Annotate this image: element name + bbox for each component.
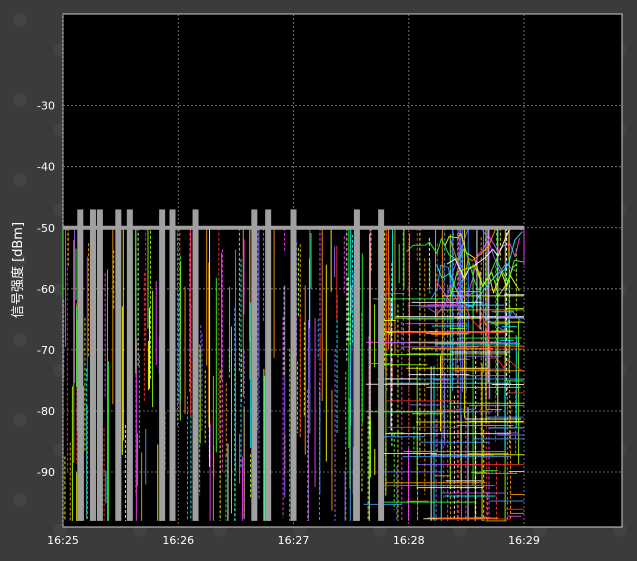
scan-gap-bar: [290, 209, 297, 521]
scan-gap-bar: [251, 209, 258, 521]
y-tick-label: -80: [37, 405, 55, 418]
scan-gap-bar: [96, 209, 103, 521]
scan-gap-bar: [265, 209, 272, 521]
x-tick-label: 16:25: [47, 534, 79, 547]
scan-gap-bar: [89, 209, 96, 521]
x-tick-label: 16:28: [393, 534, 425, 547]
scan-gap-bar: [159, 209, 166, 521]
scan-gap-bar: [126, 209, 133, 521]
y-tick-label: -70: [37, 344, 55, 357]
scan-gap-bar: [115, 209, 122, 521]
scan-gap-bar: [169, 209, 176, 521]
y-tick-label: -50: [37, 222, 55, 235]
scan-gap-bar: [77, 209, 84, 521]
x-tick-label: 16:29: [508, 534, 540, 547]
y-tick-labels: -30 -40 -50 -60 -70 -80 -90: [37, 100, 55, 479]
y-tick-label: -90: [37, 466, 55, 479]
plot-background: [62, 13, 623, 528]
scan-gap-bar: [378, 209, 385, 521]
scan-gap-bar: [192, 209, 199, 521]
x-tick-label: 16:26: [162, 534, 194, 547]
y-axis-title: 信号强度 [dBm]: [10, 222, 26, 318]
scan-gap-bar: [353, 209, 360, 521]
x-tick-labels: 16:25 16:26 16:27 16:28 16:29: [47, 534, 540, 547]
signal-strength-chart: -30-40-50-60-70-80-90 16:25 16:26 16:27 16:…: [10, 13, 623, 547]
y-tick-label: -30: [37, 100, 55, 113]
x-tick-label: 16:27: [278, 534, 310, 547]
y-tick-label: -60: [37, 283, 55, 296]
y-tick-label: -40: [37, 161, 55, 174]
